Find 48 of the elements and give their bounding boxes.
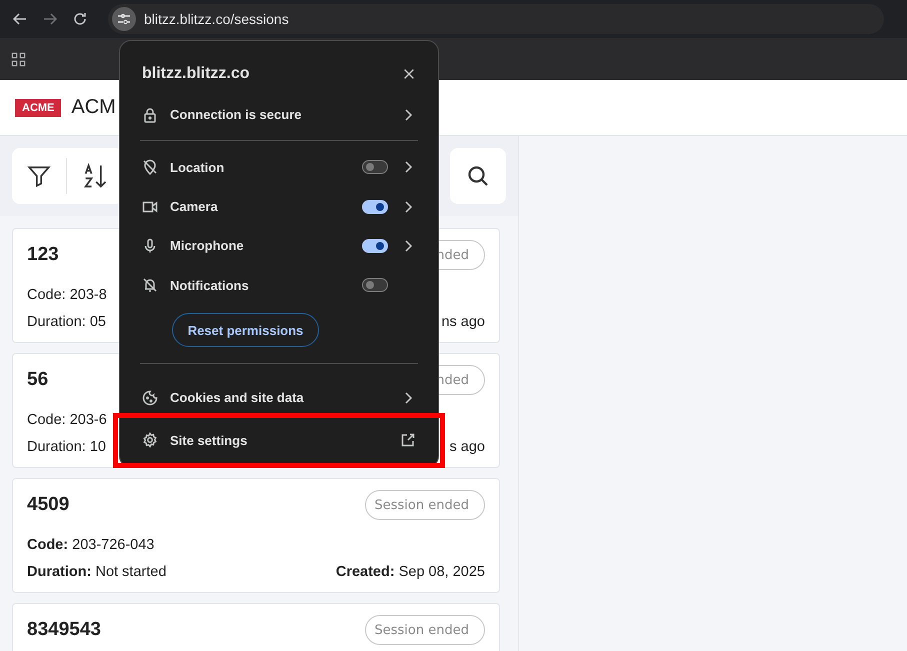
- permission-toggle[interactable]: [362, 200, 388, 214]
- session-duration: Duration: 10: [27, 438, 106, 454]
- permission-toggle[interactable]: [362, 238, 388, 253]
- cookie-icon: [142, 390, 158, 406]
- session-title: 56: [27, 369, 48, 391]
- sort-icon[interactable]: [81, 162, 109, 190]
- site-controls-icon[interactable]: [112, 7, 136, 31]
- permission-row[interactable]: Camera: [120, 186, 438, 226]
- session-card[interactable]: 8349543 Session ended: [12, 603, 500, 651]
- connection-row[interactable]: Connection is secure: [120, 95, 438, 134]
- session-card[interactable]: 4509 Session ended Code: 203-726-043 Duration: Not started Created: Sep 08, 2025: [12, 478, 500, 593]
- session-code: Code: 203-6: [27, 412, 107, 428]
- session-title: 8349543: [27, 619, 101, 641]
- search-button[interactable]: [450, 148, 506, 204]
- status-badge: Session ended: [365, 490, 485, 520]
- permission-toggle[interactable]: [362, 160, 388, 174]
- lock-icon: [142, 106, 158, 123]
- microphone-icon: [142, 238, 158, 254]
- settings-icon: [142, 432, 158, 448]
- location-off-icon: [142, 159, 158, 176]
- search-icon: [466, 164, 490, 188]
- session-duration: Duration: 05: [27, 314, 106, 330]
- external-link-icon: [400, 432, 416, 448]
- session-code: Code: 203-726-043: [27, 536, 154, 552]
- close-icon[interactable]: [402, 67, 416, 81]
- reset-permissions-button[interactable]: Reset permissions: [172, 313, 319, 348]
- url-text: blitzz.blitzz.co/sessions: [144, 11, 289, 27]
- logo: ACME: [15, 98, 62, 116]
- status-badge: Session ended: [365, 615, 485, 645]
- session-created: s ago: [450, 438, 485, 454]
- permission-toggle[interactable]: [362, 278, 388, 292]
- session-code: Code: 203-8: [27, 286, 107, 302]
- site-settings-row[interactable]: Site settings: [122, 422, 436, 459]
- session-title: 4509: [27, 494, 70, 516]
- reload-icon[interactable]: [72, 11, 88, 27]
- permission-row[interactable]: Location: [120, 147, 438, 187]
- session-created: Created: Sep 08, 2025: [336, 564, 485, 580]
- session-created: ns ago: [441, 314, 485, 330]
- camera-icon: [142, 198, 158, 215]
- app-title: ACM: [71, 96, 116, 119]
- session-title: 123: [27, 244, 59, 266]
- session-duration: Duration: Not started: [27, 564, 166, 580]
- bell-off-icon: [142, 277, 158, 294]
- apps-grid-icon[interactable]: [11, 52, 26, 66]
- back-icon[interactable]: [12, 11, 28, 27]
- address-bar[interactable]: blitzz.blitzz.co/sessions: [108, 4, 884, 34]
- forward-icon[interactable]: [42, 11, 58, 27]
- popup-title: blitzz.blitzz.co: [142, 65, 250, 83]
